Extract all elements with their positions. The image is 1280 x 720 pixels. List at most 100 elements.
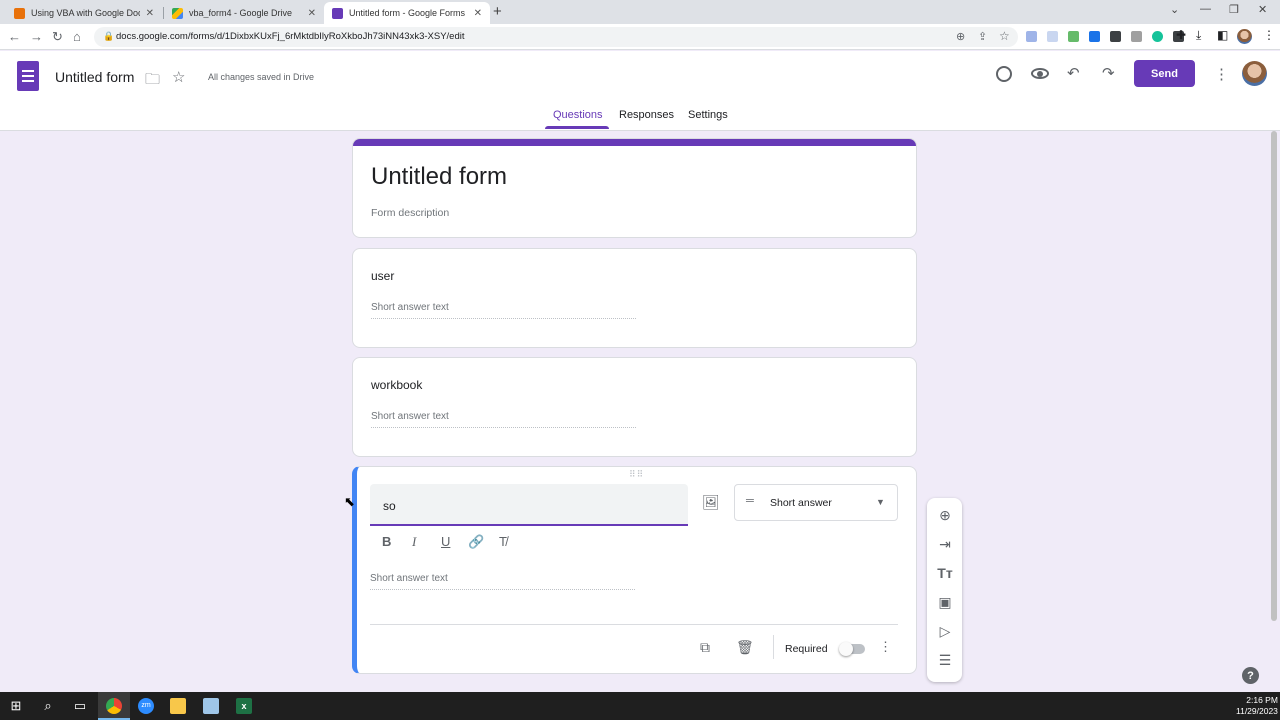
add-image-icon[interactable]: 🖼 xyxy=(702,494,720,511)
tab-questions[interactable]: Questions xyxy=(553,109,603,121)
extension-icon[interactable] xyxy=(1131,31,1142,42)
form-description-input[interactable]: Form description xyxy=(371,207,449,219)
short-text-icon: ═ xyxy=(746,495,754,507)
undo-icon[interactable]: ↶ xyxy=(1067,64,1080,82)
chrome-icon[interactable] xyxy=(106,698,122,714)
lock-icon: 🔒 xyxy=(103,31,115,41)
clock-time: 2:16 PM xyxy=(1246,695,1278,705)
question-title-input[interactable]: so xyxy=(370,484,688,526)
question-type-select[interactable]: ═ Short answer ▼ xyxy=(734,484,898,521)
close-icon[interactable]: ✕ xyxy=(308,8,316,19)
side-panel-icon[interactable]: ◧ xyxy=(1217,28,1228,42)
browser-toolbar: ← → ↻ ⌂ 🔒 docs.google.com/forms/d/1Dixbx… xyxy=(0,24,1280,50)
minimize-icon[interactable]: — xyxy=(1200,3,1211,15)
browser-tab-forms[interactable]: Untitled form - Google Forms ✕ xyxy=(324,2,490,24)
short-answer-placeholder: Short answer text xyxy=(371,302,636,319)
account-avatar[interactable] xyxy=(1242,61,1267,86)
google-forms-logo-icon[interactable] xyxy=(17,61,39,91)
zoom-app-icon[interactable]: zm xyxy=(138,698,154,714)
back-arrow-icon[interactable]: ← xyxy=(8,29,21,44)
browser-tab-vba-docs[interactable]: Using VBA with Google Docs | & ✕ xyxy=(6,2,162,24)
zoom-icon[interactable]: ⊕ xyxy=(956,30,965,43)
question-toolbar: ⊕ ⇥ Tт ▣ ▷ ☰ xyxy=(927,498,962,682)
system-clock[interactable]: 2:16 PM 11/29/2023 xyxy=(1236,695,1278,717)
footer-separator xyxy=(773,635,774,659)
bookmark-star-icon[interactable]: ☆ xyxy=(999,29,1010,43)
required-label: Required xyxy=(785,643,828,655)
question-card-active[interactable]: ⠿⠿ so 🖼 ═ Short answer ▼ B I U 🔗 T̸ Shor… xyxy=(352,466,917,674)
search-icon[interactable]: ⌕ xyxy=(40,698,56,714)
tab-label: vba_form4 - Google Drive xyxy=(189,8,293,18)
tab-label: Untitled form - Google Forms xyxy=(349,8,466,18)
extension-icon[interactable] xyxy=(1068,31,1079,42)
clock-date: 11/29/2023 xyxy=(1236,706,1278,716)
form-title[interactable]: Untitled form xyxy=(371,163,507,191)
blogger-favicon-icon xyxy=(14,7,25,19)
import-questions-icon[interactable]: ⇥ xyxy=(936,536,954,553)
tab-settings[interactable]: Settings xyxy=(688,109,728,121)
form-title-card[interactable]: Untitled form Form description xyxy=(352,138,917,238)
extension-icon[interactable] xyxy=(1026,31,1037,42)
card-footer-divider xyxy=(370,624,898,625)
restore-icon[interactable]: ❐ xyxy=(1229,3,1239,16)
tab-search-chevron-icon[interactable]: ⌄ xyxy=(1170,3,1179,16)
bold-icon[interactable]: B xyxy=(382,534,391,549)
short-answer-placeholder: Short answer text xyxy=(370,573,635,590)
extensions-puzzle-icon[interactable]: ✚ xyxy=(1176,28,1186,42)
question-title: user xyxy=(371,269,395,283)
profile-avatar[interactable] xyxy=(1237,29,1252,44)
extension-icon[interactable] xyxy=(1089,31,1100,42)
share-icon[interactable]: ⇪ xyxy=(978,30,987,43)
drag-handle-icon[interactable]: ⠿⠿ xyxy=(629,469,644,480)
palette-icon[interactable] xyxy=(996,66,1012,82)
more-vert-icon[interactable]: ⋮ xyxy=(1214,65,1229,83)
italic-icon[interactable]: I xyxy=(412,534,416,550)
add-image-icon[interactable]: ▣ xyxy=(936,594,954,611)
question-card-user[interactable]: user Short answer text xyxy=(352,248,917,348)
forward-arrow-icon[interactable]: → xyxy=(30,29,43,44)
redo-icon[interactable]: ↷ xyxy=(1102,64,1115,82)
browser-tab-drive[interactable]: vba_form4 - Google Drive ✕ xyxy=(164,2,324,24)
eye-icon[interactable] xyxy=(1031,68,1049,79)
scrollbar[interactable] xyxy=(1271,131,1277,621)
required-toggle[interactable] xyxy=(839,642,865,656)
extension-icon[interactable] xyxy=(1047,31,1058,42)
google-forms-favicon-icon xyxy=(332,7,343,19)
duplicate-icon[interactable]: ⧉ xyxy=(700,639,710,656)
excel-icon[interactable]: x xyxy=(236,698,252,714)
close-icon[interactable]: ✕ xyxy=(146,8,154,19)
notepad-icon[interactable] xyxy=(203,698,219,714)
add-section-icon[interactable]: ☰ xyxy=(936,652,954,669)
extension-icon[interactable] xyxy=(1110,31,1121,42)
google-drive-favicon-icon xyxy=(172,7,183,19)
star-icon[interactable]: ☆ xyxy=(172,68,185,86)
address-bar[interactable]: 🔒 docs.google.com/forms/d/1DixbxKUxFj_6r… xyxy=(94,27,1018,47)
dropdown-arrow-icon: ▼ xyxy=(876,497,885,507)
add-title-icon[interactable]: Tт xyxy=(936,565,954,581)
clear-formatting-icon[interactable]: T̸ xyxy=(499,534,507,549)
send-button[interactable]: Send xyxy=(1134,60,1195,87)
browser-menu-icon[interactable]: ⋮ xyxy=(1263,28,1275,42)
new-tab-button[interactable]: + xyxy=(493,3,502,20)
add-video-icon[interactable]: ▷ xyxy=(936,623,954,640)
add-question-icon[interactable]: ⊕ xyxy=(936,507,954,524)
folder-icon[interactable]: 🗀 xyxy=(145,69,160,94)
close-icon[interactable]: ✕ xyxy=(474,8,482,19)
delete-icon[interactable]: 🗑 xyxy=(736,639,754,656)
underline-icon[interactable]: U xyxy=(441,534,450,549)
file-explorer-icon[interactable] xyxy=(170,698,186,714)
download-icon[interactable]: ⤓ xyxy=(1196,28,1201,43)
windows-start-icon[interactable]: ⊞ xyxy=(8,698,24,714)
home-icon[interactable]: ⌂ xyxy=(73,29,81,44)
help-icon[interactable]: ? xyxy=(1242,667,1259,684)
more-options-icon[interactable]: ⋮ xyxy=(879,639,892,655)
reload-icon[interactable]: ↻ xyxy=(52,29,63,45)
task-view-icon[interactable]: ▭ xyxy=(72,698,88,714)
grammarly-icon[interactable] xyxy=(1152,31,1163,42)
window-close-icon[interactable]: ✕ xyxy=(1258,3,1267,16)
question-card-workbook[interactable]: workbook Short answer text xyxy=(352,357,917,457)
url-text: docs.google.com/forms/d/1DixbxKUxFj_6rMk… xyxy=(116,31,465,42)
tab-responses[interactable]: Responses xyxy=(619,109,674,121)
link-icon[interactable]: 🔗 xyxy=(468,534,484,550)
document-title[interactable]: Untitled form xyxy=(55,69,134,85)
